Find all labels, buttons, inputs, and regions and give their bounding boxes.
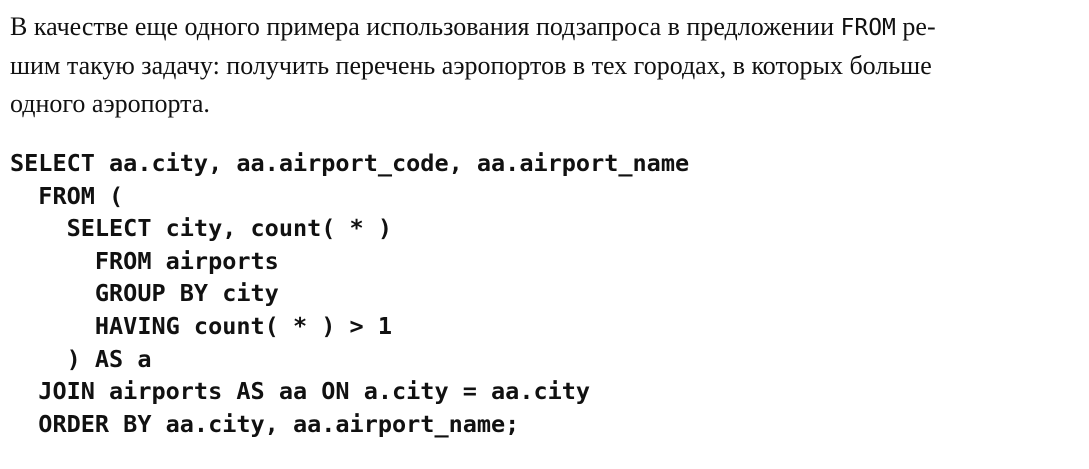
code-line: HAVING count( * ) > 1 (10, 311, 393, 340)
paragraph-line-3: одного аэропорта. (10, 89, 210, 118)
code-line: JOIN airports AS aa ON a.city = aa.city (10, 377, 591, 406)
code-line: ) AS a (10, 344, 152, 373)
code-line: SELECT city, count( * ) (10, 214, 393, 243)
paragraph-line-1: В качестве еще одного примера использова… (10, 8, 1082, 47)
paragraph-line-1-end: ре- (895, 12, 936, 41)
sql-code-block: SELECT aa.city, aa.airport_code, aa.airp… (10, 147, 1082, 440)
inline-code-from: FROM (840, 15, 896, 41)
paragraph-line-1-text: В качестве еще одного примера использова… (10, 12, 841, 41)
code-line: SELECT aa.city, aa.airport_code, aa.airp… (10, 149, 690, 177)
paragraph-line-2: шим такую задачу: получить перечень аэро… (10, 51, 932, 80)
code-line: FROM ( (10, 181, 124, 210)
code-line: GROUP BY city (10, 279, 279, 308)
code-line: FROM airports (10, 246, 279, 275)
document-page: В качестве еще одного примера использова… (10, 8, 1082, 440)
intro-paragraph: В качестве еще одного примера использова… (10, 8, 1082, 123)
code-line: ORDER BY aa.city, aa.airport_name; (10, 409, 520, 438)
